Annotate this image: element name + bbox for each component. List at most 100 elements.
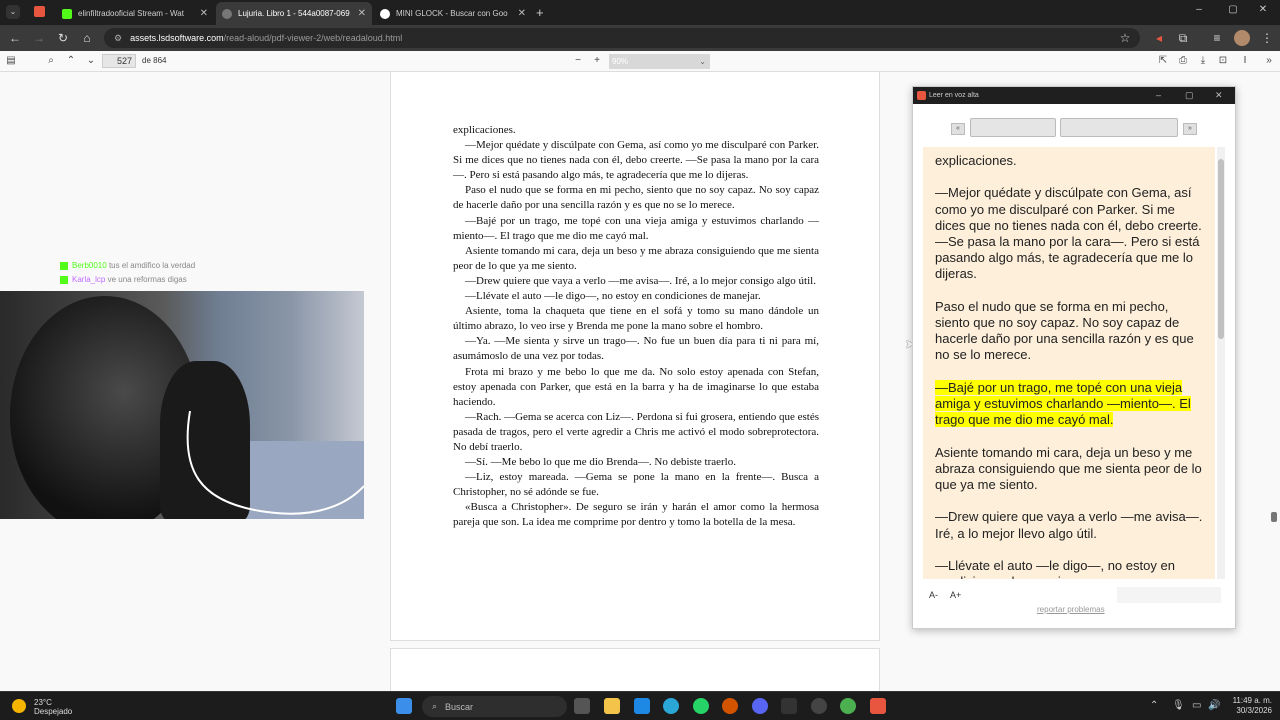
minimize-button[interactable]: – [1184, 4, 1214, 15]
zoom-select[interactable]: 90% ⌄ [609, 54, 710, 69]
kick-icon [62, 8, 72, 19]
url-host: assets.lsdsoftware.com [130, 33, 224, 43]
search-icon[interactable]: ⌕ [44, 54, 58, 68]
paragraph-text: —Llévate el auto —le digo—, no estoy en … [935, 557, 1175, 579]
zoom-out-button[interactable]: − [571, 54, 585, 68]
close-icon[interactable]: ✕ [358, 8, 366, 19]
more-tools-icon[interactable]: » [1262, 54, 1276, 68]
download-icon[interactable]: ⤓ [1196, 54, 1210, 68]
chat-username: Berb0010 [72, 261, 107, 270]
print-icon[interactable]: ⎙ [1176, 54, 1190, 68]
weather-desc: Despejado [34, 707, 73, 716]
address-bar-row: ← → ↻ ⌂ ⚙ assets.lsdsoftware.com/read-al… [0, 25, 1280, 51]
chevron-up-icon[interactable]: ⌃ [1150, 700, 1158, 711]
avatar[interactable] [1234, 30, 1250, 46]
read-aloud-extension-icon[interactable]: ◂ [1150, 29, 1168, 47]
pdf-paragraph: Asiente tomando mi cara, deja un beso y … [453, 244, 819, 272]
scrollbar-thumb[interactable] [1218, 159, 1224, 339]
new-tab-button[interactable]: + [536, 5, 544, 20]
next-paragraph-button[interactable]: » [1183, 123, 1197, 135]
clock[interactable]: 11:49 a. m. 30/3/2026 [1226, 696, 1272, 716]
read-paragraph: explicaciones. [935, 153, 1203, 169]
previous-page-button[interactable]: ⌃ [64, 54, 78, 68]
read-paragraph: —Mejor quédate y discúlpate con Gema, as… [935, 185, 1203, 282]
next-page-button[interactable]: ⌄ [84, 54, 98, 68]
media-icon[interactable]: ≡ [1208, 29, 1226, 47]
obs-icon[interactable] [811, 698, 827, 714]
pdf-paragraph: Asiente, toma la chaqueta que tiene en e… [453, 305, 819, 333]
back-button[interactable]: ← [6, 29, 24, 47]
text-select-icon[interactable]: I [1238, 54, 1252, 68]
read-aloud-control[interactable] [970, 118, 1056, 137]
bookmark-icon[interactable]: ⊡ [1216, 54, 1230, 68]
tab-search-button[interactable]: ⌄ [6, 5, 20, 19]
tab-google-search[interactable]: MINI GLOCK - Buscar con Goo ✕ [374, 2, 532, 25]
pdf-paragraph: —Mejor quédate y discúlpate con Gema, as… [453, 139, 819, 182]
app-icon[interactable] [781, 698, 797, 714]
zoom-in-button[interactable]: + [590, 54, 604, 68]
url-field[interactable]: ⚙ assets.lsdsoftware.com/read-aloud/pdf-… [104, 28, 1140, 48]
maximize-button[interactable]: ▢ [1218, 4, 1248, 15]
report-problems-link[interactable]: reportar problemas [1037, 605, 1105, 614]
close-button[interactable]: ✕ [1215, 90, 1223, 101]
reload-button[interactable]: ↻ [54, 29, 72, 47]
display-icon[interactable]: ▭ [1192, 700, 1201, 711]
app-icon[interactable] [722, 698, 738, 714]
highlighted-paragraph-text: —Bajé por un trago, me topé con una viej… [935, 379, 1191, 428]
search-icon: ⌕ [432, 701, 438, 711]
microphone-icon[interactable]: 🎙 [1172, 700, 1185, 711]
tab-strip: ⌄ elinfiltradooficial Stream - Wat ✕ Luj… [0, 0, 1280, 25]
maximize-button[interactable]: ▢ [1185, 90, 1194, 101]
pdf-paragraph: Frota mi brazo y me bebo lo que me da. N… [453, 365, 819, 408]
sidebar-toggle-icon[interactable]: ▤ [4, 54, 18, 68]
chrome-icon[interactable] [840, 698, 856, 714]
close-icon[interactable]: ✕ [518, 8, 526, 19]
tab-pdf-viewer[interactable]: Lujuria. Libro 1 - 544a0087-069 ✕ [216, 2, 372, 25]
bookmark-star-icon[interactable]: ☆ [1116, 29, 1134, 47]
pdf-paragraph: —Llévate el auto —le digo—, no estoy en … [465, 290, 761, 303]
page-scrollbar[interactable] [1271, 512, 1277, 522]
edge-icon[interactable] [663, 698, 679, 714]
google-icon [380, 8, 390, 19]
page-number-input[interactable]: 527 [102, 54, 136, 68]
home-button[interactable]: ⌂ [78, 29, 96, 47]
task-view-icon[interactable] [574, 698, 590, 714]
forward-button[interactable]: → [30, 29, 48, 47]
start-icon[interactable] [396, 698, 412, 714]
read-aloud-scrollbar[interactable] [1217, 147, 1225, 579]
volume-icon[interactable]: 🔊 [1208, 700, 1220, 711]
pdf-toolbar: ▤ ⌕ ⌃ ⌄ 527 de 864 − + 90% ⌄ ⇱ ⎙ ⤓ ⊡ I » [0, 51, 1280, 72]
pdf-paragraph: —Ya. —Me sienta y sirve un trago—. No fu… [453, 335, 819, 363]
close-window-button[interactable]: ✕ [1248, 4, 1278, 15]
close-icon[interactable]: ✕ [200, 8, 208, 19]
taskbar: 23°C Despejado ⌕ Buscar ⌃ 🎙 ▭ 🔊 11:49 a. m… [0, 691, 1280, 720]
extensions-icon[interactable]: ⧉ [1174, 29, 1192, 47]
chat-badge-icon [60, 261, 68, 270]
tab-kick-stream[interactable]: elinfiltradooficial Stream - Wat ✕ [56, 2, 214, 25]
font-increase-button[interactable]: A+ [950, 590, 961, 600]
previous-paragraph-button[interactable]: « [951, 123, 965, 135]
search-placeholder: Buscar [445, 701, 474, 712]
store-icon[interactable] [634, 698, 650, 714]
taskbar-search[interactable]: ⌕ Buscar [422, 696, 567, 717]
read-paragraph: Paso el nudo que se forma en mi pecho, s… [935, 299, 1203, 364]
whatsapp-icon[interactable] [693, 698, 709, 714]
file-explorer-icon[interactable] [604, 698, 620, 714]
pdf-paragraph: —Drew quiere que vaya a verlo —me avisa—… [465, 274, 816, 287]
tab-title: Lujuria. Libro 1 - 544a0087-069 [238, 9, 350, 18]
minimize-button[interactable]: – [1156, 90, 1161, 100]
app-icon[interactable] [870, 698, 886, 714]
open-file-icon[interactable]: ⇱ [1156, 54, 1170, 68]
site-info-icon[interactable]: ⚙ [114, 33, 122, 44]
font-decrease-button[interactable]: A- [929, 590, 938, 600]
url-path: /read-aloud/pdf-viewer-2/web/readaloud.h… [223, 33, 403, 43]
discord-icon[interactable] [752, 698, 768, 714]
tab-title: MINI GLOCK - Buscar con Goo [396, 9, 508, 18]
zoom-value: 90% [612, 57, 629, 66]
read-aloud-title: Leer en voz alta [929, 92, 979, 99]
chat-username: Karla_lcp [72, 275, 106, 284]
menu-icon[interactable]: ⋮ [1258, 29, 1276, 47]
read-aloud-field [1117, 587, 1221, 603]
pinned-tab-icon[interactable] [34, 6, 45, 17]
read-aloud-control[interactable] [1060, 118, 1178, 137]
